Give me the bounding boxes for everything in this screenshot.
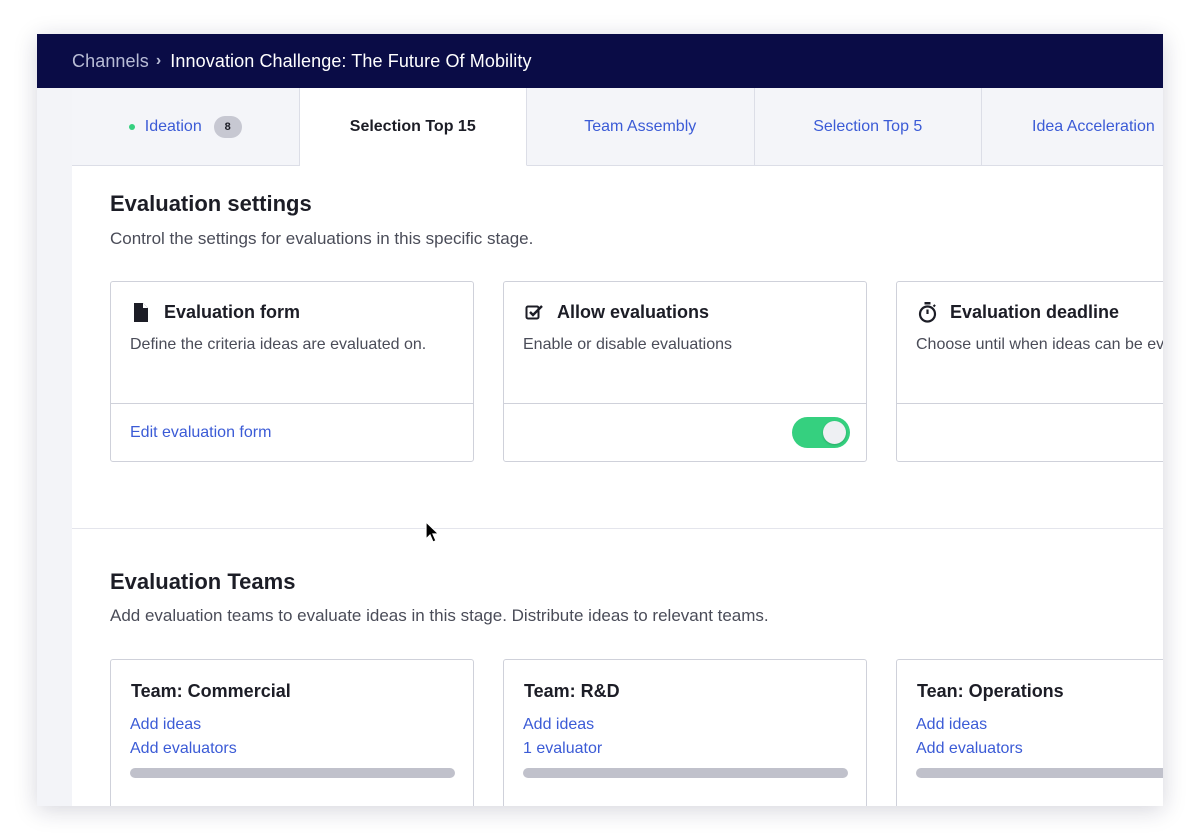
evaluation-settings-subtitle: Control the settings for evaluations in … xyxy=(110,229,534,248)
evaluation-teams-subtitle: Add evaluation teams to evaluate ideas i… xyxy=(110,606,769,625)
tab-team-assembly[interactable]: Team Assembly xyxy=(527,88,755,166)
team-progress-bar xyxy=(523,768,848,778)
status-dot-icon xyxy=(128,123,135,130)
mouse-cursor-icon xyxy=(425,521,439,543)
tab-label: Ideation xyxy=(144,117,202,135)
allow-evaluations-card: Allow evaluations Enable or disable eval… xyxy=(503,281,867,462)
add-evaluators-link[interactable]: Add evaluators xyxy=(130,739,473,759)
stage-panel: Ideation 8 Selection Top 15 Team Assembl… xyxy=(72,88,1163,806)
evaluation-deadline-card: Evaluation deadline Choose until when id… xyxy=(896,281,1163,462)
section-divider xyxy=(72,528,1163,529)
card-description: Enable or disable evaluations xyxy=(523,336,733,353)
card-description: Define the criteria ideas are evaluated … xyxy=(130,336,427,353)
tab-selection-top-5[interactable]: Selection Top 5 xyxy=(754,88,982,166)
card-footer: Edit evaluation form xyxy=(111,403,473,461)
card-title: Allow evaluations xyxy=(557,302,710,322)
team-title: Team: Commercial xyxy=(131,681,291,701)
card-description: Choose until when ideas can be evaluated xyxy=(916,336,1163,353)
evaluation-form-card: Evaluation form Define the criteria idea… xyxy=(110,281,474,462)
add-ideas-link[interactable]: Add ideas xyxy=(130,715,473,735)
card-footer xyxy=(897,403,1163,461)
team-title: Tean: Operations xyxy=(917,681,1064,701)
evaluation-teams-heading: Evaluation Teams xyxy=(110,569,296,594)
team-title: Team: R&D xyxy=(524,681,620,701)
team-card-operations: Tean: Operations Add ideas Add evaluator… xyxy=(896,659,1163,806)
add-ideas-link[interactable]: Add ideas xyxy=(523,715,866,735)
tab-label: Idea Acceleration xyxy=(1032,117,1155,135)
breadcrumb-channels-link[interactable]: Channels xyxy=(72,51,149,72)
count-badge: 8 xyxy=(213,115,242,138)
tab-ideation[interactable]: Ideation 8 xyxy=(72,88,300,166)
allow-evaluations-toggle[interactable] xyxy=(792,417,850,448)
add-evaluators-link[interactable]: Add evaluators xyxy=(916,739,1163,759)
breadcrumb-chevron-icon: › xyxy=(155,52,162,69)
evaluation-settings-heading: Evaluation settings xyxy=(110,191,312,216)
checkbox-icon xyxy=(524,303,544,323)
breadcrumb-current: Innovation Challenge: The Future Of Mobi… xyxy=(170,50,532,71)
edit-evaluation-form-link[interactable]: Edit evaluation form xyxy=(130,424,271,442)
team-card-commercial: Team: Commercial Add ideas Add evaluator… xyxy=(110,659,474,806)
team-progress-bar xyxy=(130,768,455,778)
stage-tabs: Ideation 8 Selection Top 15 Team Assembl… xyxy=(72,88,1163,166)
tab-label: Team Assembly xyxy=(584,117,697,135)
team-card-rnd: Team: R&D Add ideas 1 evaluator xyxy=(503,659,867,806)
card-title: Evaluation form xyxy=(164,302,301,322)
top-bar: Channels › Innovation Challenge: The Fut… xyxy=(37,34,1163,88)
tab-idea-acceleration[interactable]: Idea Acceleration xyxy=(982,88,1163,166)
tab-selection-top-15[interactable]: Selection Top 15 xyxy=(299,88,527,166)
stopwatch-icon xyxy=(917,302,937,323)
add-ideas-link[interactable]: Add ideas xyxy=(916,715,1163,735)
tab-label: Selection Top 5 xyxy=(813,117,923,135)
tab-label: Selection Top 15 xyxy=(349,117,476,135)
team-progress-bar xyxy=(916,768,1163,778)
card-title: Evaluation deadline xyxy=(950,302,1120,322)
app-window: Channels › Innovation Challenge: The Fut… xyxy=(37,34,1163,806)
toggle-knob xyxy=(823,421,846,444)
card-footer xyxy=(504,403,866,461)
evaluators-link[interactable]: 1 evaluator xyxy=(523,739,866,759)
document-icon xyxy=(131,303,151,323)
